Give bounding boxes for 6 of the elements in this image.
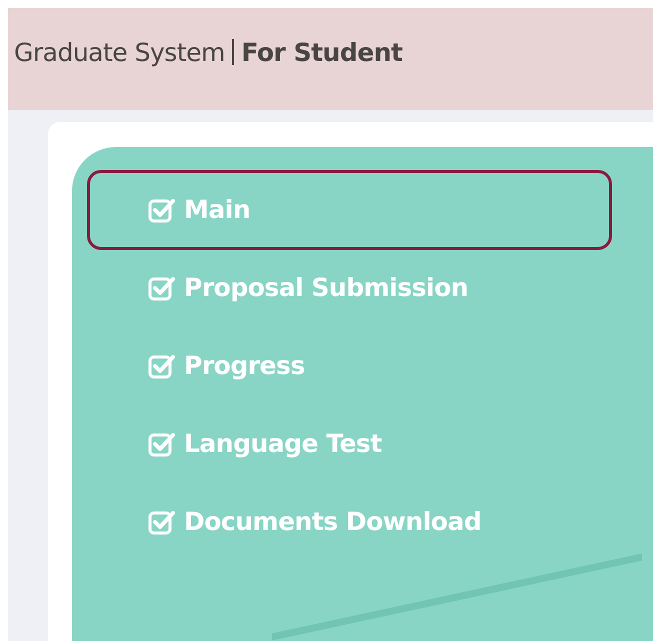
app-title: Graduate System For Student [14,37,402,69]
menu-item[interactable]: Progress [87,326,612,406]
menu-item[interactable]: Proposal Submission [87,248,612,328]
menu-item[interactable]: Language Test [87,404,612,484]
menu-item[interactable]: Documents Download [87,482,612,562]
menu-item[interactable]: Main [87,170,612,250]
